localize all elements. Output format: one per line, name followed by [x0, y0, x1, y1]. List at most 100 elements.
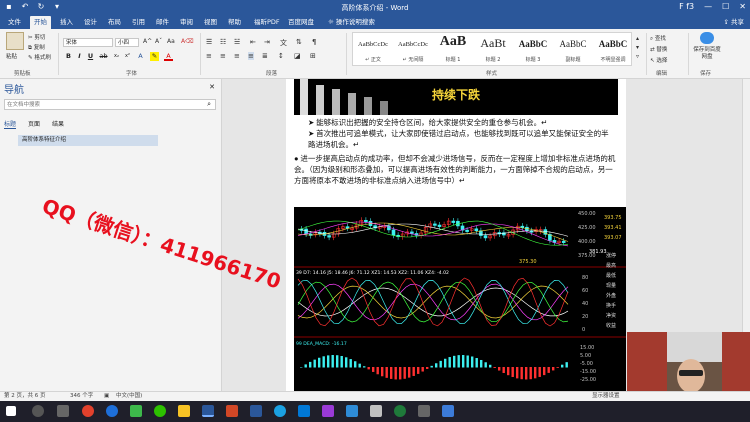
numbering-icon[interactable]: ☷ — [220, 38, 226, 46]
tab-references[interactable]: 引用 — [128, 16, 149, 29]
save-to-baidu-button[interactable]: 保存到百度网盘 — [693, 47, 721, 61]
find-button[interactable]: ⌕ 查找 — [650, 34, 666, 43]
borders-icon[interactable]: ⊞ — [310, 52, 316, 60]
replace-button[interactable]: ⇄ 替换 — [650, 45, 667, 53]
proofing-icon[interactable]: ▣ — [104, 392, 109, 401]
close-icon[interactable]: ✕ — [209, 83, 215, 91]
style-subtle-emphasis[interactable]: AaBbC 不明显强调 — [593, 33, 633, 67]
grow-font-icon[interactable]: A^ — [143, 38, 152, 45]
nav-heading-item[interactable]: 高阶体系特征介绍 — [18, 135, 158, 146]
app-green-icon[interactable] — [130, 405, 142, 417]
chinese-layout-icon[interactable]: 文 — [280, 38, 287, 48]
app-icon[interactable] — [346, 405, 358, 417]
style-no-spacing[interactable]: AaBbCcDc ↵ 无间隔 — [393, 33, 433, 67]
nav-tab-headings[interactable]: 标题 — [4, 119, 17, 129]
tab-baidu-netdisk[interactable]: 百度网盘 — [284, 16, 318, 29]
search-icon[interactable] — [32, 405, 44, 417]
sort-icon[interactable]: ⇅ — [296, 38, 302, 46]
app-icon[interactable] — [298, 405, 310, 417]
styles-more-icon[interactable]: ▿ — [636, 53, 639, 60]
tab-view[interactable]: 视图 — [200, 16, 221, 29]
windows-start-icon[interactable] — [6, 406, 16, 416]
tab-design[interactable]: 设计 — [80, 16, 101, 29]
font-name-select[interactable]: 宋体 — [63, 38, 113, 47]
share-button[interactable]: ⇪ 共享 — [723, 16, 744, 29]
nav-tab-pages[interactable]: 页面 — [28, 119, 40, 129]
language[interactable]: 中文(中国) — [116, 392, 142, 401]
shading-icon[interactable]: ◪ — [294, 52, 301, 60]
premiere-icon[interactable] — [322, 405, 334, 417]
styles-scroll-down-icon[interactable]: ▾ — [636, 44, 639, 51]
word-icon[interactable] — [202, 405, 214, 417]
paste-icon[interactable] — [6, 32, 24, 50]
search-icon[interactable]: ⌕ — [207, 100, 211, 109]
cut-button[interactable]: ✂ 剪切 — [28, 33, 45, 41]
line-spacing-icon[interactable]: ↕ — [278, 52, 284, 60]
style-normal[interactable]: AaBbCcDc ↵ 正文 — [353, 33, 393, 67]
text-effects-icon[interactable]: A — [136, 52, 145, 61]
wechat-icon[interactable] — [154, 405, 166, 417]
format-painter-button[interactable]: ✎ 格式刷 — [28, 53, 51, 61]
app-icon[interactable] — [394, 405, 406, 417]
font-color-icon[interactable]: A — [164, 52, 173, 61]
bullets-icon[interactable]: ☰ — [206, 38, 212, 46]
align-left-icon[interactable]: ≡ — [206, 52, 212, 60]
italic-icon[interactable]: I — [75, 52, 84, 61]
tab-help[interactable]: 帮助 — [224, 16, 245, 29]
account-name[interactable]: F f3 — [679, 2, 694, 11]
tab-layout[interactable]: 布局 — [104, 16, 125, 29]
style-heading-1[interactable]: AaB 标题 1 — [433, 33, 473, 67]
close-button[interactable]: ✕ — [739, 2, 746, 11]
tab-mailings[interactable]: 邮件 — [152, 16, 173, 29]
app-icon[interactable] — [442, 405, 454, 417]
app-icon[interactable] — [418, 405, 430, 417]
tab-home[interactable]: 开始 — [30, 16, 51, 29]
tab-review[interactable]: 审阅 — [176, 16, 197, 29]
paste-button[interactable]: 粘贴 — [6, 52, 17, 60]
strikethrough-icon[interactable]: ab — [99, 52, 108, 61]
file-explorer-icon[interactable] — [178, 405, 190, 417]
app-red-icon[interactable] — [82, 405, 94, 417]
minimize-button[interactable]: — — [704, 2, 712, 11]
copy-button[interactable]: ⧉ 复制 — [28, 43, 45, 52]
highlight-icon[interactable]: ✎ — [150, 52, 159, 61]
baidu-cloud-icon[interactable] — [700, 32, 714, 44]
shrink-font-icon[interactable]: Aˇ — [155, 38, 162, 45]
bold-icon[interactable]: B — [64, 52, 73, 61]
style-heading-2[interactable]: AaBt 标题 2 — [473, 33, 513, 67]
page-count[interactable]: 第 2 页，共 6 页 — [4, 392, 46, 401]
app-blue-icon[interactable] — [274, 405, 286, 417]
select-button[interactable]: ↖ 选择 — [650, 56, 667, 64]
clear-format-icon[interactable]: A⌫ — [181, 38, 194, 45]
camera-icon[interactable] — [370, 405, 382, 417]
multilevel-list-icon[interactable]: ☱ — [234, 38, 240, 46]
tab-insert[interactable]: 插入 — [56, 16, 77, 29]
font-size-select[interactable]: 小四 — [115, 38, 139, 47]
underline-icon[interactable]: U — [86, 52, 95, 61]
show-marks-icon[interactable]: ¶ — [312, 38, 316, 46]
decrease-indent-icon[interactable]: ⇤ — [250, 38, 256, 46]
nav-tab-results[interactable]: 结果 — [52, 119, 64, 129]
subscript-icon[interactable]: x₂ — [112, 52, 121, 61]
change-case-icon[interactable]: Aa — [167, 38, 175, 45]
tab-file[interactable]: 文件 — [4, 16, 25, 29]
display-settings[interactable]: 显示器设置 — [592, 392, 620, 401]
style-subtitle[interactable]: AaBbC 副标题 — [553, 33, 593, 67]
nav-search-input[interactable]: 在文档中搜索 — [4, 99, 216, 110]
word-icon[interactable] — [250, 405, 262, 417]
tab-foxit-pdf[interactable]: 福昕PDF — [250, 16, 284, 29]
align-center-icon[interactable]: ≡ — [220, 52, 226, 60]
superscript-icon[interactable]: x² — [123, 52, 132, 61]
task-view-icon[interactable] — [57, 405, 69, 417]
styles-scroll-up-icon[interactable]: ▴ — [636, 35, 639, 42]
tell-me-search[interactable]: ☼ 操作说明搜索 — [324, 16, 379, 29]
maximize-button[interactable]: ☐ — [722, 2, 729, 11]
word-count[interactable]: 346 个字 — [70, 392, 93, 401]
browser-icon[interactable] — [106, 405, 118, 417]
align-right-icon[interactable]: ≡ — [234, 52, 240, 60]
justify-icon[interactable]: ≡ — [248, 52, 254, 60]
powerpoint-icon[interactable] — [226, 405, 238, 417]
increase-indent-icon[interactable]: ⇥ — [264, 38, 270, 46]
style-heading-3[interactable]: AaBbC 标题 3 — [513, 33, 553, 67]
distributed-icon[interactable]: ≣ — [262, 52, 268, 60]
